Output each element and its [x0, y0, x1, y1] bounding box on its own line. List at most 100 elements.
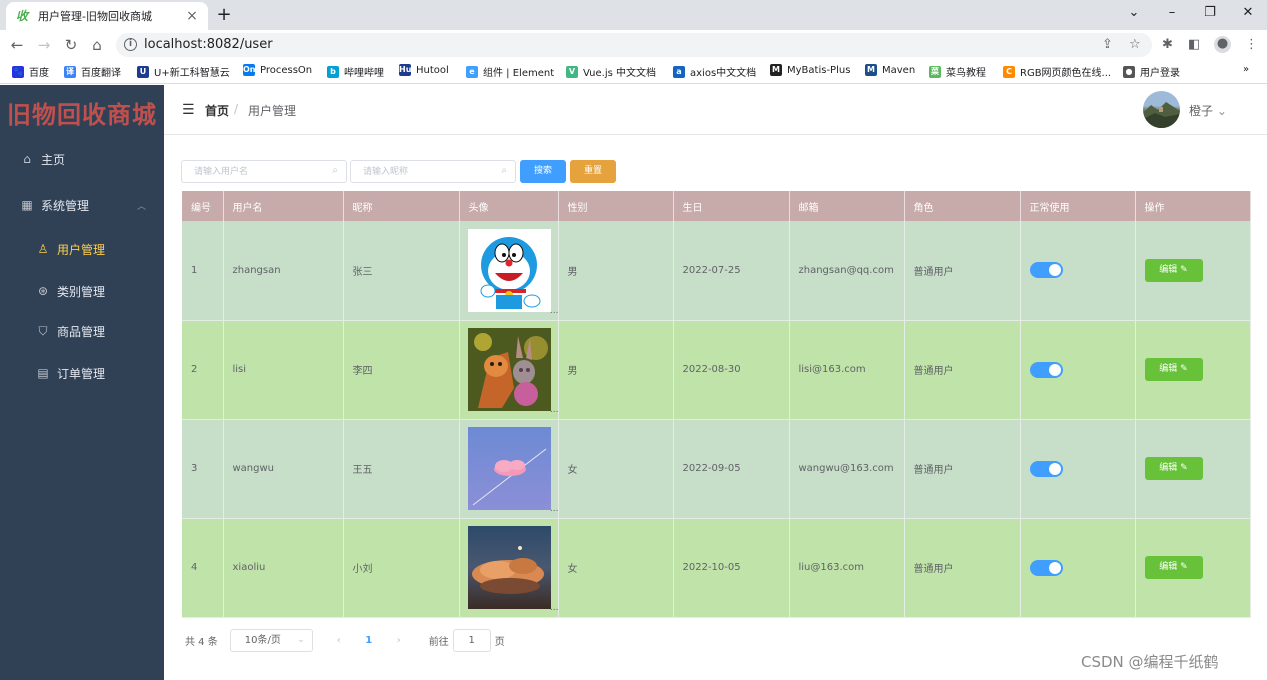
sidebar-item-label: 用户管理 [57, 242, 106, 257]
enabled-toggle[interactable] [1029, 559, 1063, 576]
bookmark-item[interactable]: ● 用户登录 [1123, 64, 1180, 79]
cell-text: wangwu@163.com [798, 463, 894, 474]
page-size-select[interactable]: 10条/页 ⌄ [229, 628, 313, 652]
username-input[interactable] [182, 161, 322, 182]
table-cell-birthday: 2022-07-25 [673, 221, 790, 321]
bookmark-item[interactable]: V Vue.js 中文文档 [566, 64, 656, 79]
side-panel-icon[interactable]: ◧ [1188, 37, 1200, 53]
bookmark-item[interactable]: C RGB网页颜色在线... [1003, 64, 1111, 79]
bookmarks-bar: 🐾 百度 译百度翻译 U U+新工科智慧云 On ProcessOn b 哔哩哔哩 Hu Hutoo… [0, 60, 1267, 84]
column-header[interactable]: 操作 [1135, 191, 1251, 221]
reset-button[interactable]: 重置 [570, 160, 616, 183]
sidebar: 旧物回收商城 ⌂ 主页 ▦ 系统管理 ︿ ♙ 用户管理 ⊛ 类别管理 ⛉ 商品管… [0, 85, 164, 680]
sidebar-item-goods[interactable]: ⛉ 商品管理 [0, 311, 164, 351]
user-name: 橙子 [1189, 104, 1214, 118]
tab-close-icon[interactable]: × [184, 8, 200, 24]
minimize-icon[interactable]: – [1164, 5, 1180, 20]
sidebar-item-users[interactable]: ♙ 用户管理 [0, 229, 164, 269]
column-header[interactable]: 正常使用 [1020, 191, 1136, 221]
bookmark-item[interactable]: M MyBatis-Plus [770, 64, 850, 76]
avatar-image[interactable]: ... [467, 526, 559, 613]
bookmark-item[interactable]: U U+新工科智慧云 [137, 64, 230, 79]
bookmark-item[interactable]: e 组件 | Element [466, 64, 554, 79]
column-header[interactable]: 角色 [904, 191, 1021, 221]
bookmark-label: 百度翻译 [81, 68, 121, 79]
browser-tab[interactable]: 收 用户管理-旧物回收商城 × [6, 2, 208, 30]
home-browser-icon[interactable]: ⌂ [88, 36, 106, 54]
avatar-image[interactable]: ... [467, 328, 559, 415]
cell-text: lisi [232, 364, 247, 375]
home-icon: ⌂ [23, 152, 31, 166]
breadcrumb-home[interactable]: 首页 [205, 102, 229, 119]
edit-button[interactable]: 编辑 ✎ [1144, 457, 1203, 480]
column-header[interactable]: 邮箱 [789, 191, 905, 221]
restore-icon[interactable]: ❐ [1202, 5, 1218, 20]
column-header[interactable]: 编号 [182, 191, 224, 221]
bookmark-star-icon[interactable]: ☆ [1129, 37, 1141, 52]
column-header[interactable]: 用户名 [223, 191, 344, 221]
enabled-toggle[interactable] [1029, 460, 1063, 477]
page-number-current[interactable]: 1 [359, 635, 379, 646]
site-info-icon[interactable]: i [124, 38, 137, 51]
user-name-dropdown[interactable]: 橙子 ⌄ [1189, 102, 1227, 119]
edit-button[interactable]: 编辑 ✎ [1144, 358, 1203, 381]
sidebar-item-home[interactable]: ⌂ 主页 [0, 139, 164, 179]
bookmark-favicon-icon: 菜 [929, 65, 941, 78]
table-cell-avatar: ... [459, 320, 559, 420]
column-header[interactable]: 昵称 [343, 191, 460, 221]
column-header[interactable]: 头像 [459, 191, 559, 221]
edit-button[interactable]: 编辑 ✎ [1144, 258, 1203, 282]
bookmark-item[interactable]: On ProcessOn [243, 64, 312, 76]
bookmark-item[interactable]: 🐾 百度 [12, 64, 49, 79]
bookmark-label: MyBatis-Plus [787, 64, 851, 76]
extensions-icon[interactable]: ✱ [1162, 37, 1173, 53]
edit-button[interactable]: 编辑 ✎ [1144, 556, 1203, 579]
menu-kebab-icon[interactable]: ⋮ [1245, 37, 1258, 53]
enabled-toggle[interactable] [1029, 262, 1063, 279]
sidebar-item-orders[interactable]: ▤ 订单管理 [0, 353, 164, 393]
bookmark-item[interactable]: Hu Hutool [399, 64, 449, 76]
sidebar-item-system[interactable]: ▦ 系统管理 ︿ [0, 185, 164, 225]
bookmark-item[interactable]: M Maven [865, 64, 915, 76]
bookmark-item[interactable]: 译百度翻译 [64, 64, 121, 79]
table-row: 2 lisi 李四... 男 2022-08-30 lisi@163.com 普通用户 编辑 … [182, 320, 1251, 420]
bookmark-label: 哔哩哔哩 [344, 68, 384, 79]
nickname-search[interactable]: ⌕ [350, 160, 516, 183]
close-window-icon[interactable]: ✕ [1240, 5, 1256, 20]
next-page-icon[interactable]: › [389, 635, 409, 646]
sidebar-item-label: 系统管理 [41, 198, 90, 213]
bookmark-item[interactable]: 菜菜鸟教程 [929, 64, 986, 79]
avatar-image[interactable]: ... [467, 427, 559, 514]
table-cell-gender: 男 [558, 320, 674, 420]
search-button[interactable]: 搜索 [520, 160, 566, 183]
forward-icon[interactable]: → [35, 36, 53, 54]
bookmark-item[interactable]: b 哔哩哔哩 [327, 64, 384, 79]
avatar-image[interactable]: ... [467, 228, 559, 316]
omnibox[interactable]: i localhost:8082/user ⇪ ☆ [116, 33, 1152, 57]
profile-icon[interactable]: ● [1214, 36, 1231, 53]
nickname-input[interactable] [351, 161, 491, 182]
bookmark-label: RGB网页颜色在线... [1020, 68, 1112, 79]
menu-fold-icon[interactable]: ☰ [182, 102, 195, 118]
cell-text: 普通用户 [913, 564, 954, 575]
table-cell-avatar: ... [459, 221, 559, 321]
column-header[interactable]: 生日 [673, 191, 790, 221]
bookmark-item[interactable]: a axios中文文档 [673, 64, 756, 79]
tab-favicon-icon: 收 [15, 9, 28, 23]
table-cell-email: lisi@163.com [789, 320, 905, 420]
prev-page-icon[interactable]: ‹ [329, 635, 349, 646]
table-cell-avatar: ... [459, 518, 559, 618]
reload-icon[interactable]: ↻ [62, 36, 80, 54]
tab-search-icon[interactable]: ⌄ [1126, 5, 1142, 20]
back-icon[interactable]: ← [8, 36, 26, 54]
sidebar-item-categories[interactable]: ⊛ 类别管理 [0, 271, 164, 311]
username-search[interactable]: ⌕ [181, 160, 347, 183]
column-header[interactable]: 性别 [558, 191, 674, 221]
avatar[interactable] [1143, 91, 1180, 128]
new-tab-icon[interactable]: + [214, 4, 234, 25]
share-icon[interactable]: ⇪ [1102, 37, 1113, 52]
enabled-toggle[interactable] [1029, 361, 1063, 378]
goto-page-input[interactable]: 1 [452, 628, 491, 652]
bookmarks-more-icon[interactable]: » [1243, 64, 1249, 75]
cell-text: 小刘 [352, 564, 373, 575]
